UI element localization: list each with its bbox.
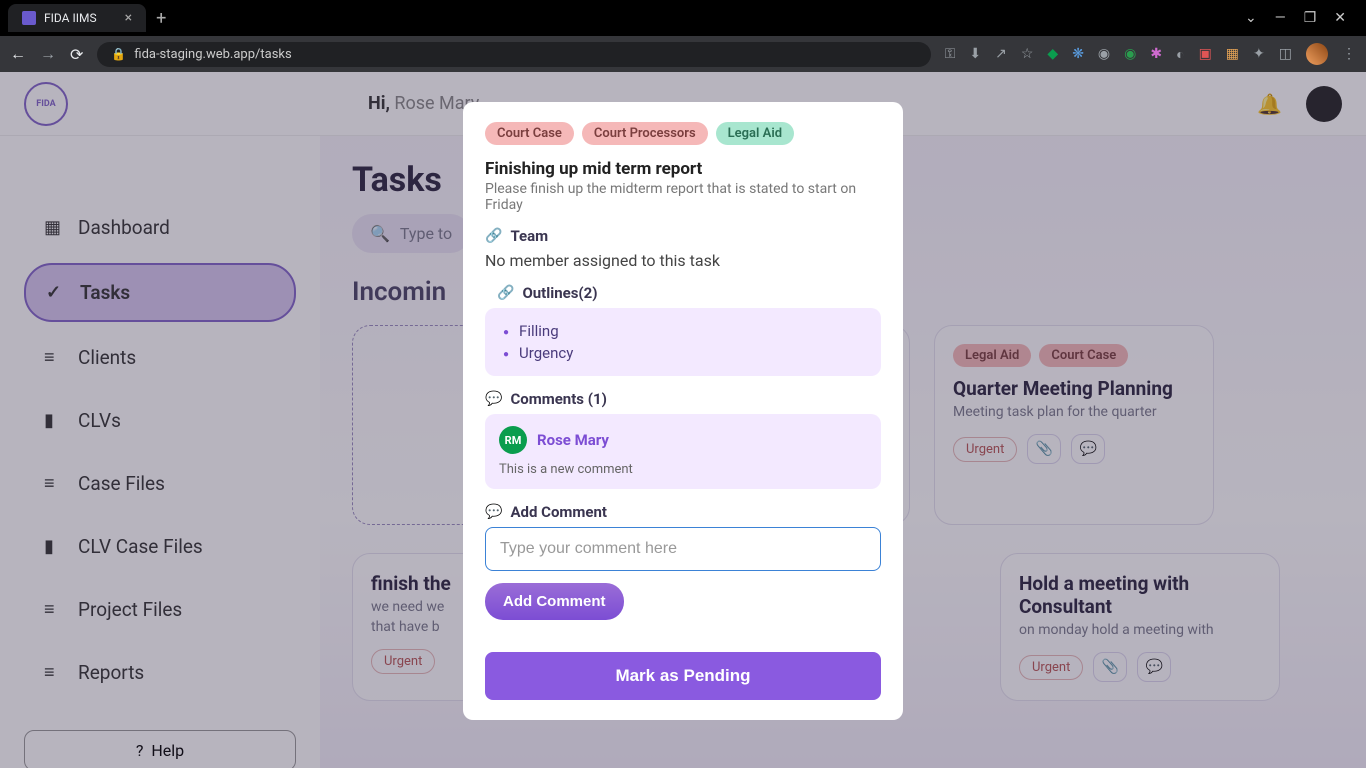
outlines-box: Filling Urgency bbox=[485, 308, 881, 376]
outline-item: Filling bbox=[503, 320, 863, 342]
ext-icon[interactable]: ◉ bbox=[1098, 46, 1110, 62]
ext-icon[interactable]: ✱ bbox=[1150, 46, 1162, 62]
link-icon: 🔗 bbox=[485, 228, 502, 244]
extension-icons: ⚿ ⬇ ↗ ☆ ◆ ❋ ◉ ◉ ✱ ◐ ▣ ▦ ✦ ◫ ⋮ bbox=[945, 43, 1356, 65]
extensions-icon[interactable]: ✦ bbox=[1253, 46, 1265, 62]
url-text: fida-staging.web.app/tasks bbox=[134, 47, 291, 62]
comment-text: This is a new comment bbox=[499, 462, 867, 477]
tag: Court Processors bbox=[582, 122, 708, 145]
outlines-label: Outlines(2) bbox=[522, 284, 597, 302]
link-icon: 🔗 bbox=[497, 285, 514, 301]
address-bar[interactable]: 🔒 fida-staging.web.app/tasks bbox=[97, 42, 930, 67]
ext-icon[interactable]: ▣ bbox=[1199, 46, 1212, 62]
ext-icon[interactable]: ❋ bbox=[1072, 46, 1084, 62]
comments-label: Comments (1) bbox=[510, 390, 606, 408]
browser-tab[interactable]: FIDA IIMS × bbox=[8, 4, 146, 32]
ext-icon[interactable]: ◐ bbox=[1176, 46, 1184, 63]
close-tab-icon[interactable]: × bbox=[125, 10, 132, 26]
comment-avatar: RM bbox=[499, 426, 527, 454]
chat-icon: 💬 bbox=[485, 391, 502, 407]
team-body: No member assigned to this task bbox=[485, 251, 881, 270]
app-viewport: FIDA Hi, Rose Mary 🔔 ▦Dashboard ✓Tasks ≡… bbox=[0, 72, 1366, 768]
star-icon[interactable]: ☆ bbox=[1021, 46, 1034, 62]
mark-pending-button[interactable]: Mark as Pending bbox=[485, 652, 881, 700]
add-comment-label: Add Comment bbox=[510, 503, 607, 521]
outline-item: Urgency bbox=[503, 342, 863, 364]
forward-button[interactable]: → bbox=[40, 44, 56, 64]
modal-overlay[interactable]: Court Case Court Processors Legal Aid Fi… bbox=[0, 72, 1366, 768]
key-icon[interactable]: ⚿ bbox=[945, 46, 956, 62]
chat-icon: 💬 bbox=[485, 504, 502, 520]
task-modal: Court Case Court Processors Legal Aid Fi… bbox=[463, 102, 903, 720]
panel-icon[interactable]: ◫ bbox=[1279, 46, 1292, 62]
modal-title: Finishing up mid term report bbox=[485, 159, 881, 179]
browser-chrome: FIDA IIMS × + ⌄ — ❐ ✕ ← → ⟳ 🔒 fida-stagi… bbox=[0, 0, 1366, 72]
download-icon[interactable]: ⬇ bbox=[969, 46, 981, 62]
profile-avatar[interactable] bbox=[1306, 43, 1328, 65]
share-icon[interactable]: ↗ bbox=[995, 46, 1007, 62]
maximize-icon[interactable]: ❐ bbox=[1304, 10, 1317, 26]
lock-icon: 🔒 bbox=[111, 47, 126, 61]
comment-input[interactable] bbox=[485, 527, 881, 571]
minimize-icon[interactable]: — bbox=[1275, 10, 1286, 26]
favicon-icon bbox=[22, 11, 36, 25]
tag: Court Case bbox=[485, 122, 574, 145]
menu-icon[interactable]: ⋮ bbox=[1342, 46, 1356, 62]
tab-title: FIDA IIMS bbox=[44, 11, 97, 25]
comment-author: Rose Mary bbox=[537, 431, 609, 449]
add-comment-button[interactable]: Add Comment bbox=[485, 583, 624, 620]
chevron-down-icon[interactable]: ⌄ bbox=[1245, 10, 1257, 26]
modal-desc: Please finish up the midterm report that… bbox=[485, 181, 881, 213]
shield-icon[interactable]: ◆ bbox=[1047, 46, 1058, 62]
back-button[interactable]: ← bbox=[10, 44, 26, 64]
tab-strip: FIDA IIMS × + ⌄ — ❐ ✕ bbox=[0, 0, 1366, 36]
window-controls: ⌄ — ❐ ✕ bbox=[1245, 10, 1358, 26]
comment-item: RM Rose Mary This is a new comment bbox=[485, 414, 881, 489]
ext-icon[interactable]: ◉ bbox=[1124, 46, 1136, 62]
browser-toolbar: ← → ⟳ 🔒 fida-staging.web.app/tasks ⚿ ⬇ ↗… bbox=[0, 36, 1366, 72]
reload-button[interactable]: ⟳ bbox=[70, 45, 83, 64]
team-label: Team bbox=[510, 227, 548, 245]
close-window-icon[interactable]: ✕ bbox=[1334, 10, 1346, 26]
ext-icon[interactable]: ▦ bbox=[1226, 46, 1239, 62]
tag: Legal Aid bbox=[716, 122, 794, 145]
new-tab-button[interactable]: + bbox=[156, 8, 166, 29]
